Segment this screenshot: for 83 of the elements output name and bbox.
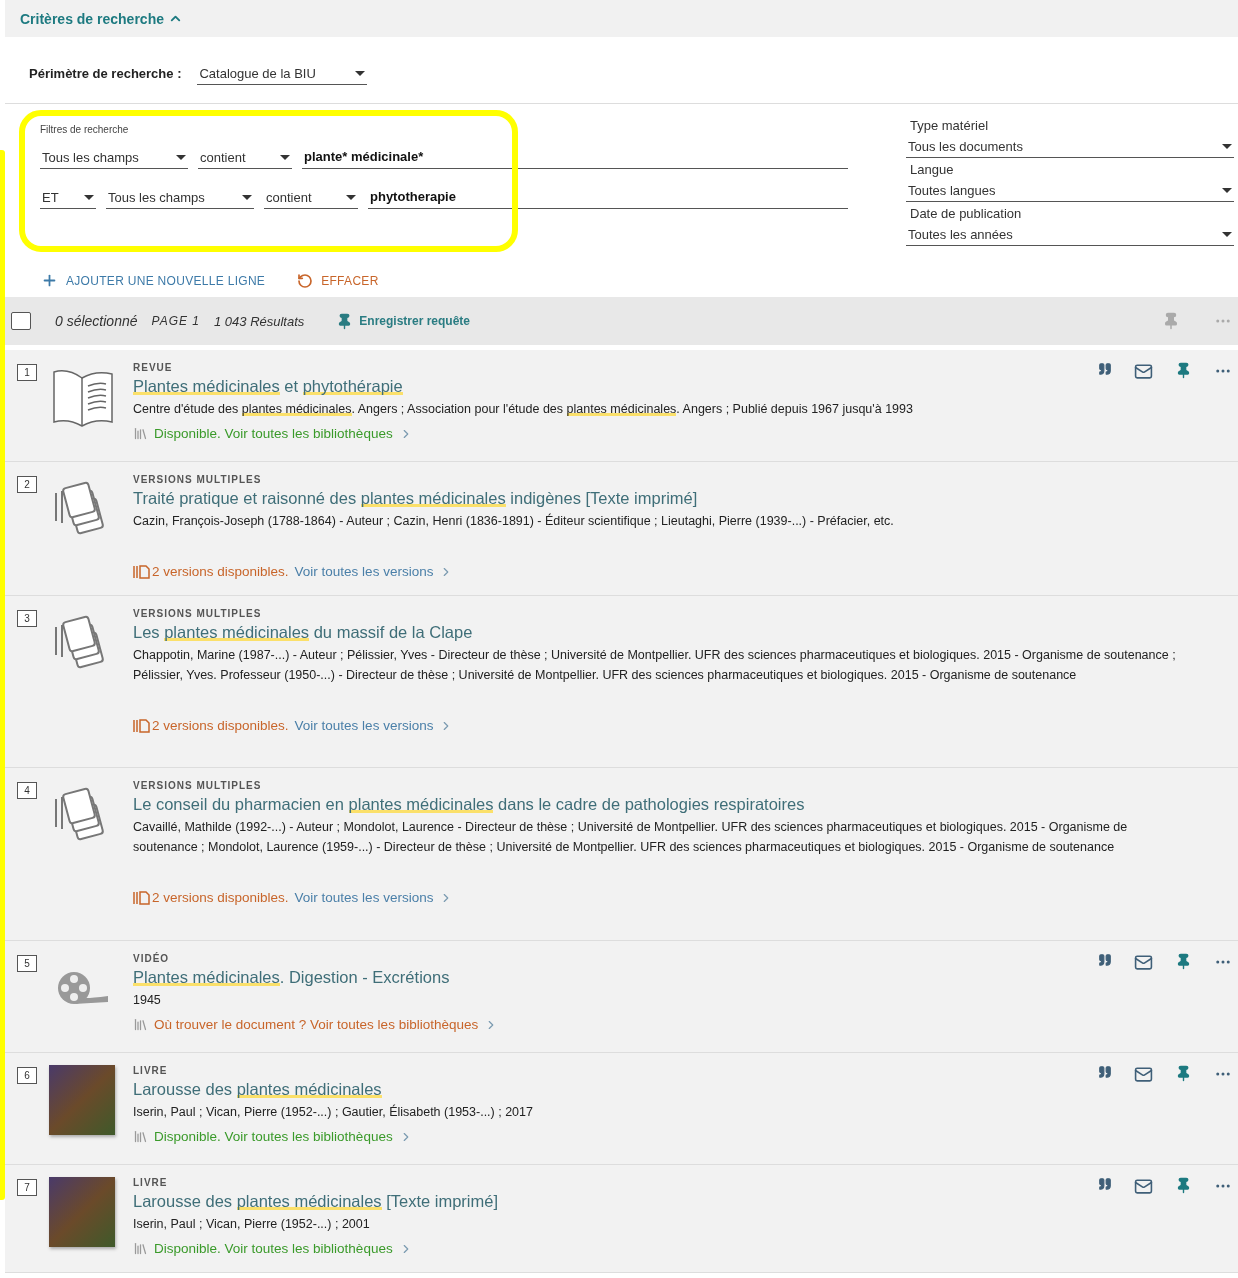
pin-icon[interactable]	[1175, 362, 1192, 379]
select-all-checkbox[interactable]	[11, 312, 31, 330]
selected-count: 0 sélectionné	[55, 313, 138, 329]
pin-icon[interactable]	[1175, 953, 1192, 970]
email-icon[interactable]	[1134, 1177, 1153, 1196]
resource-type: VERSIONS MULTIPLES	[133, 474, 263, 485]
resource-type: VERSIONS MULTIPLES	[133, 608, 263, 619]
citation-icon[interactable]	[1098, 1065, 1112, 1079]
result-title[interactable]: Les plantes médicinales du massif de la Clape	[133, 622, 1232, 642]
facet-dropdown[interactable]: Tous les documents	[906, 135, 1234, 158]
result-title[interactable]: Larousse des plantes médicinales	[133, 1079, 1098, 1099]
resource-type: VERSIONS MULTIPLES	[133, 780, 263, 791]
availability-link[interactable]: Où trouver le document ? Voir toutes les bibliothèques	[154, 1017, 479, 1032]
result-number: 1	[17, 364, 37, 381]
plus-icon	[41, 272, 58, 289]
resource-type: REVUE	[133, 362, 174, 373]
clear-button[interactable]: EFFACER	[297, 272, 379, 289]
email-icon[interactable]	[1134, 953, 1153, 972]
citation-icon[interactable]	[1098, 1177, 1112, 1191]
pin-icon[interactable]	[1175, 1065, 1192, 1082]
availability-link[interactable]: Disponible. Voir toutes les bibliothèques	[154, 426, 393, 441]
search-criteria-toggle[interactable]: Critères de recherche	[20, 10, 183, 27]
reset-arrow-icon	[297, 272, 314, 289]
resource-type: VIDÉO	[133, 953, 171, 964]
result-details: Centre d'étude des plantes médicinales. Angers ; Association pour l'étude des plantes médicinales. Angers ; Publié depuis 1967 jusqu'à 1993	[133, 401, 914, 418]
versions-link[interactable]: Voir toutes les versions	[294, 564, 434, 579]
scope-dropdown[interactable]: Catalogue de la BIU	[197, 61, 368, 85]
save-query-button[interactable]: Enregistrer requête	[330, 311, 477, 331]
condition-dropdown[interactable]: contient	[264, 186, 358, 209]
result-title[interactable]: Plantes médicinales et phytothérapie	[133, 376, 1098, 396]
result-title[interactable]: Le conseil du pharmacien en plantes médicinales dans le cadre de pathologies respiratoires	[133, 794, 1232, 814]
field-dropdown[interactable]: Tous les champs	[40, 146, 188, 169]
versions-status: 2 versions disponibles.	[152, 564, 289, 579]
versions-link[interactable]: Voir toutes les versions	[294, 718, 434, 733]
versions-status: 2 versions disponibles.	[152, 890, 289, 905]
availability-link[interactable]: Disponible. Voir toutes les bibliothèques	[154, 1129, 393, 1144]
operator-dropdown[interactable]: ET	[40, 186, 96, 209]
versions-icon	[133, 718, 150, 733]
pin-icon[interactable]	[1175, 1177, 1192, 1194]
versions-icon	[133, 564, 150, 579]
results-count: 1 043 Résultats	[214, 313, 305, 329]
citation-icon[interactable]	[1098, 953, 1112, 967]
resource-type: LIVRE	[133, 1065, 169, 1076]
result-number: 7	[17, 1179, 37, 1196]
result-number: 4	[17, 782, 37, 799]
result-number: 5	[17, 955, 37, 972]
library-icon	[133, 1017, 148, 1032]
query-input-field[interactable]: plante* médicinale*	[302, 145, 848, 169]
result-details: Iserin, Paul ; Vican, Pierre (1952-...) ; Gautier, Élisabeth (1953-...) ; 2017	[133, 1103, 534, 1121]
facet-dropdown[interactable]: Toutes langues	[906, 179, 1234, 202]
result-details: Cavaillé, Mathilde (1992-...) - Auteur ; Mondolot, Laurence - Directeur de thèse ; Université de Montpellier. UFR des sciences pharmaceutiques et biologiques. 2015 - Organisme de soutenance ; Mondolot, Laurence (1959-...) - Directeur de thèse ; Université de Montpellier. UFR des sciences pharmaceutiques et biologiques. 2015 - Organisme de soutenance	[133, 819, 1129, 856]
email-icon[interactable]	[1134, 1065, 1153, 1084]
facet-dropdown[interactable]: Toutes les années	[906, 223, 1234, 246]
email-icon[interactable]	[1134, 362, 1153, 381]
condition-dropdown[interactable]: contient	[198, 146, 292, 169]
versions-icon	[133, 890, 150, 905]
result-details: Iserin, Paul ; Vican, Pierre (1952-...) ; 2001	[133, 1216, 371, 1233]
library-icon	[133, 1241, 148, 1256]
result-title[interactable]: Plantes médicinales. Digestion - Excrétions	[133, 967, 1098, 987]
library-icon	[133, 1129, 148, 1144]
field-dropdown[interactable]: Tous les champs	[106, 186, 254, 209]
filters-legend: Filtres de recherche	[40, 114, 848, 135]
availability-link[interactable]: Disponible. Voir toutes les bibliothèques	[154, 1241, 393, 1256]
versions-link[interactable]: Voir toutes les versions	[294, 890, 434, 905]
facet-label: Langue	[909, 161, 955, 179]
facet-label: Date de publication	[909, 205, 1023, 223]
result-number: 3	[17, 610, 37, 627]
scope-label: Périmètre de recherche :	[29, 65, 182, 81]
result-details: Chappotin, Marine (1987-...) - Auteur ; Pélissier, Yves - Directeur de thèse ; Université de Montpellier. UFR des sciences pharmaceutiques et biologiques. 2015 - Organisme de soutenance ; Pélissier, Yves. Professeur (1950-...) - Directeur de thèse ; Université de Montpellier. UFR des sciences pharmaceutiques et biologiques. 2015 - Organisme de soutenance	[133, 647, 1177, 684]
library-icon	[133, 426, 148, 441]
versions-status: 2 versions disponibles.	[152, 718, 289, 733]
facet-label: Type matériel	[909, 117, 990, 135]
result-number: 2	[17, 476, 37, 493]
query-input-field[interactable]: phytotherapie	[368, 185, 848, 209]
result-details: Cazin, François-Joseph (1788-1864) - Auteur ; Cazin, Henri (1836-1891) - Éditeur scientifique ; Lieutaghi, Pierre (1939-...) - Préfacier, etc.	[133, 512, 895, 530]
resource-type: LIVRE	[133, 1177, 169, 1188]
result-number: 6	[17, 1067, 37, 1084]
page-indicator: PAGE 1	[151, 314, 200, 328]
result-details: 1945	[133, 992, 162, 1009]
citation-icon[interactable]	[1098, 362, 1112, 376]
add-line-button[interactable]: AJOUTER UNE NOUVELLE LIGNE	[41, 272, 266, 289]
result-title[interactable]: Traité pratique et raisonné des plantes médicinales indigènes [Texte imprimé]	[133, 488, 1232, 508]
result-title[interactable]: Larousse des plantes médicinales [Texte imprimé]	[133, 1191, 1098, 1211]
